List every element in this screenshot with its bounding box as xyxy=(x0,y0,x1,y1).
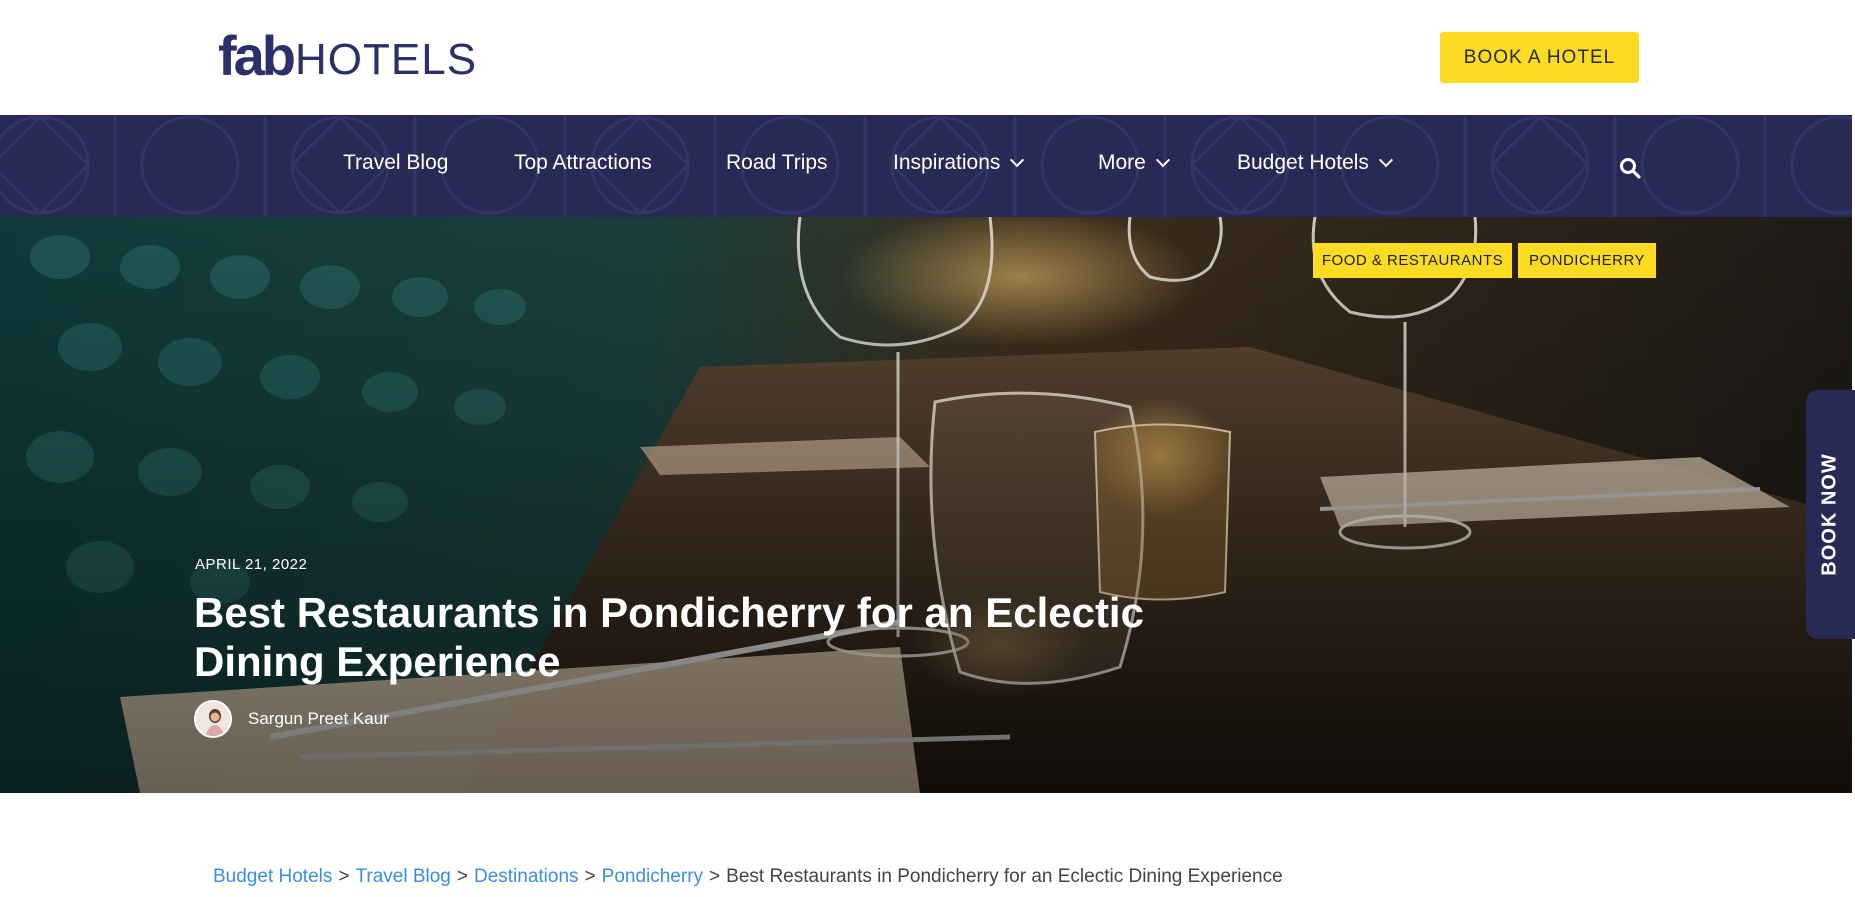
breadcrumb-link-pondicherry[interactable]: Pondicherry xyxy=(602,866,703,887)
fabhotels-logo[interactable]: fab HOTELS xyxy=(218,24,478,87)
nav-item-label: Road Trips xyxy=(726,151,828,174)
book-now-label: BOOK NOW xyxy=(1819,453,1841,576)
logo-text-bold: fab xyxy=(218,24,296,87)
chevron-down-icon xyxy=(1378,153,1393,168)
breadcrumb-link-destinations[interactable]: Destinations xyxy=(474,866,579,887)
post-title: Best Restaurants in Pondicherry for an E… xyxy=(194,589,1144,685)
author-avatar[interactable] xyxy=(194,700,232,738)
breadcrumb-separator: > xyxy=(338,866,350,887)
breadcrumb: Budget Hotels > Travel Blog > Destinations > P… xyxy=(213,866,1283,888)
nav-item-label: More xyxy=(1098,151,1146,174)
nav-item-top-attractions[interactable]: Top Attractions xyxy=(514,151,652,175)
tag-food-restaurants[interactable]: FOOD & RESTAURANTS xyxy=(1313,243,1512,278)
breadcrumb-current: Best Restaurants in Pondicherry for an E… xyxy=(726,866,1283,887)
search-icon[interactable] xyxy=(1618,156,1642,180)
chevron-down-icon xyxy=(1010,153,1025,168)
nav-item-label: Budget Hotels xyxy=(1237,151,1369,174)
tag-pondicherry[interactable]: PONDICHERRY xyxy=(1518,243,1656,278)
main-navigation: Travel Blog Top Attractions Road Trips I… xyxy=(0,115,1852,217)
nav-item-label: Top Attractions xyxy=(514,151,652,174)
author-avatar-image xyxy=(196,702,230,736)
logo-text-light: HOTELS xyxy=(295,35,478,84)
book-a-hotel-button[interactable]: BOOK A HOTEL xyxy=(1440,32,1639,83)
post-date: APRIL 21, 2022 xyxy=(195,556,308,573)
breadcrumb-separator: > xyxy=(456,866,468,887)
nav-item-road-trips[interactable]: Road Trips xyxy=(726,151,828,175)
book-now-tab[interactable]: BOOK NOW xyxy=(1806,390,1855,639)
site-header: fab HOTELS BOOK A HOTEL xyxy=(0,0,1855,115)
nav-items: Travel Blog Top Attractions Road Trips I… xyxy=(0,115,1852,217)
breadcrumb-separator: > xyxy=(709,866,721,887)
post-author[interactable]: Sargun Preet Kaur xyxy=(194,700,389,738)
chevron-down-icon xyxy=(1155,153,1170,168)
nav-item-label: Travel Blog xyxy=(343,151,449,174)
nav-item-travel-blog[interactable]: Travel Blog xyxy=(343,151,448,175)
breadcrumb-link-budget-hotels[interactable]: Budget Hotels xyxy=(213,866,332,887)
nav-item-budget-hotels[interactable]: Budget Hotels xyxy=(1237,151,1393,175)
nav-item-inspirations[interactable]: Inspirations xyxy=(893,151,1025,175)
nav-item-label: Inspirations xyxy=(893,151,1001,174)
breadcrumb-link-travel-blog[interactable]: Travel Blog xyxy=(355,866,450,887)
nav-item-more[interactable]: More xyxy=(1098,151,1170,175)
breadcrumb-separator: > xyxy=(584,866,596,887)
author-name[interactable]: Sargun Preet Kaur xyxy=(248,709,389,729)
